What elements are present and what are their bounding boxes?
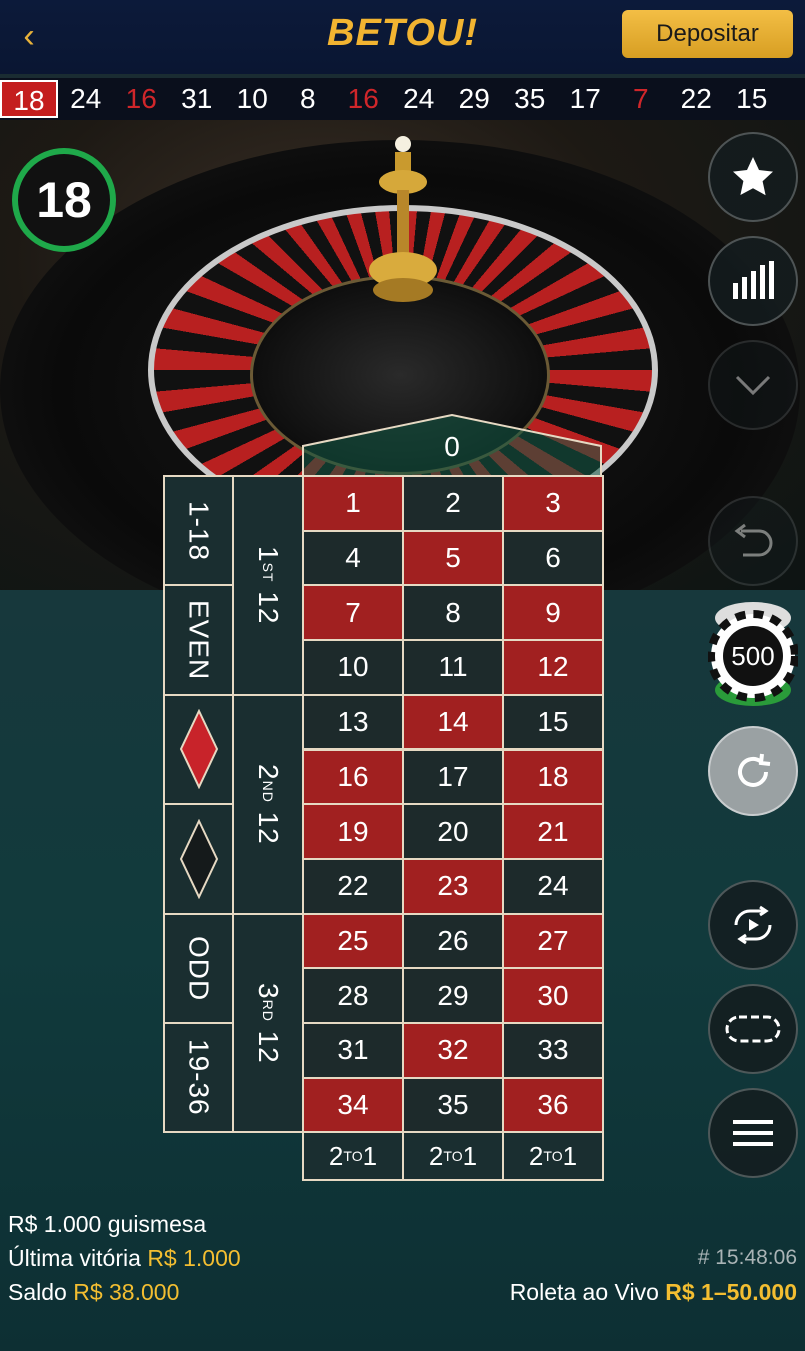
history-result: 24 <box>70 83 102 114</box>
bet-number[interactable]: 35 <box>402 1076 504 1134</box>
bet-number[interactable]: 6 <box>502 529 604 587</box>
history-result: 17 <box>569 83 601 114</box>
history-result: 35 <box>514 83 546 114</box>
game-time: # 15:48:06 <box>697 1246 797 1269</box>
history-result: 16 <box>125 83 157 114</box>
bet-number[interactable]: 14 <box>402 693 504 751</box>
history-result: 16 <box>347 83 379 114</box>
statistics-icon <box>733 261 774 299</box>
red-diamond-icon <box>179 709 218 790</box>
bet-number[interactable]: 25 <box>302 912 404 970</box>
bet-column[interactable]: 2 TO 1 <box>402 1131 504 1182</box>
history-result: 8 <box>299 83 316 114</box>
bet-19-36[interactable]: 19-36 <box>163 1022 234 1134</box>
bet-number[interactable]: 22 <box>302 857 404 915</box>
balance: Saldo R$ 38.000 <box>8 1279 180 1305</box>
undo-icon <box>734 523 773 557</box>
bet-number[interactable]: 23 <box>402 857 504 915</box>
countdown-timer: 18 <box>12 148 116 252</box>
bet-number[interactable]: 13 <box>302 693 404 751</box>
menu-button[interactable] <box>708 1088 798 1178</box>
bet-number[interactable]: 18 <box>502 748 604 806</box>
history-result: 31 <box>181 83 213 114</box>
bet-zero[interactable]: 0 <box>302 414 602 476</box>
collapse-button[interactable] <box>708 340 798 430</box>
bet-number[interactable]: 12 <box>502 639 604 696</box>
bet-number[interactable]: 20 <box>402 803 504 860</box>
autoplay-icon <box>734 905 772 945</box>
autoplay-button[interactable] <box>708 880 798 970</box>
last-win: Última vitória R$ 1.000 <box>8 1245 241 1271</box>
history-result: 24 <box>403 83 435 114</box>
bet-number[interactable]: 16 <box>302 748 404 806</box>
chip-stack-icon[interactable]: 500 <box>708 598 798 710</box>
statistics-button[interactable] <box>708 236 798 326</box>
bet-number[interactable]: 2 <box>402 475 504 532</box>
bet-number[interactable]: 5 <box>402 529 504 587</box>
bet-column[interactable]: 2 TO 1 <box>302 1131 404 1182</box>
bet-even[interactable]: EVEN <box>163 584 234 696</box>
history-result: 18 <box>0 80 58 118</box>
bet-number[interactable]: 26 <box>402 912 504 970</box>
bet-number[interactable]: 31 <box>302 1022 404 1079</box>
bet-dozen[interactable]: 2ND 12 <box>232 693 304 915</box>
chip-value: 500 <box>731 641 774 671</box>
bet-number[interactable]: 11 <box>402 639 504 696</box>
bet-dozen[interactable]: 3RD 12 <box>232 912 304 1134</box>
undo-button[interactable] <box>708 496 798 586</box>
bet-number[interactable]: 34 <box>302 1076 404 1134</box>
bet-number[interactable]: 4 <box>302 529 404 587</box>
table-limits: R$ 1.000 guismesa <box>8 1211 207 1237</box>
results-history: 18 24 16 31 10 8 16 24 29 35 17 7 22 15 <box>0 78 805 120</box>
bet-number[interactable]: 1 <box>302 475 404 532</box>
favorite-button[interactable] <box>708 132 798 222</box>
bet-number[interactable]: 15 <box>502 693 604 751</box>
rebet-button[interactable] <box>708 726 798 816</box>
star-icon <box>733 157 773 196</box>
deposit-button[interactable]: Depositar <box>622 10 793 58</box>
bet-number[interactable]: 30 <box>502 967 604 1024</box>
history-result: 29 <box>458 83 490 114</box>
bet-dozen[interactable]: 1ST 12 <box>232 475 304 696</box>
racetrack-button[interactable] <box>708 984 798 1074</box>
bet-number[interactable]: 17 <box>402 748 504 806</box>
chevron-down-icon <box>735 375 771 396</box>
bet-number[interactable]: 10 <box>302 639 404 696</box>
bet-column[interactable]: 2 TO 1 <box>502 1131 604 1182</box>
bet-number[interactable]: 7 <box>302 584 404 642</box>
bet-black[interactable] <box>163 803 234 915</box>
wheel-turret <box>369 136 437 302</box>
bet-number[interactable]: 9 <box>502 584 604 642</box>
bet-number[interactable]: 29 <box>402 967 504 1024</box>
bet-number[interactable]: 28 <box>302 967 404 1024</box>
repeat-icon <box>738 753 771 787</box>
bet-number[interactable]: 21 <box>502 803 604 860</box>
bet-red[interactable] <box>163 693 234 806</box>
bet-1-18[interactable]: 1-18 <box>163 475 234 587</box>
history-result: 15 <box>736 83 768 114</box>
history-result: 7 <box>632 83 649 114</box>
bet-number[interactable]: 3 <box>502 475 604 532</box>
bet-odd[interactable]: ODD <box>163 912 234 1024</box>
bet-number[interactable]: 33 <box>502 1022 604 1079</box>
bet-number[interactable]: 36 <box>502 1076 604 1134</box>
bet-number[interactable]: 8 <box>402 584 504 642</box>
game-info: Roleta ao Vivo R$ 1–50.000 <box>509 1279 797 1305</box>
bet-number[interactable]: 27 <box>502 912 604 970</box>
bet-number[interactable]: 19 <box>302 803 404 860</box>
bet-number[interactable]: 32 <box>402 1022 504 1079</box>
black-diamond-icon <box>179 818 218 899</box>
zero-label: 0 <box>444 431 460 462</box>
history-result: 10 <box>236 83 268 114</box>
racetrack-icon <box>725 1015 781 1043</box>
top-bar: ‹ BETOU! Depositar <box>0 0 805 74</box>
history-result: 22 <box>680 83 712 114</box>
menu-icon <box>733 1120 773 1146</box>
bet-number[interactable]: 24 <box>502 857 604 915</box>
